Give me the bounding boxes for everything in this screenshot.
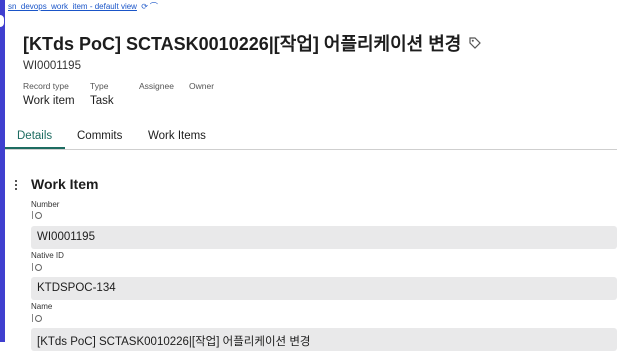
name-label: Name — [31, 302, 53, 311]
native-id-field-tools — [32, 263, 42, 271]
divider — [32, 211, 33, 219]
tab-details[interactable]: Details — [17, 130, 52, 142]
gear-icon[interactable] — [35, 263, 42, 271]
refresh-icon[interactable]: ⟳ — [141, 2, 148, 11]
name-field-tools — [32, 314, 42, 322]
tab-bar: Details Commits Work Items — [5, 126, 617, 150]
meta-record-type: Record type Work item — [23, 81, 75, 107]
name-value: [KTds PoC] SCTASK0010226|[작업] 어플리케이션 변경 — [37, 336, 311, 348]
number-field-tools — [32, 211, 42, 219]
number-value: WI0001195 — [37, 231, 95, 243]
tag-icon[interactable] — [469, 37, 482, 49]
gear-icon[interactable] — [35, 211, 42, 219]
divider — [32, 263, 33, 271]
link-icon[interactable]: ⌒ — [150, 2, 158, 11]
native-id-label: Native ID — [31, 251, 64, 260]
meta-type: Type Task — [90, 81, 114, 107]
section-title: Work Item — [31, 176, 99, 192]
page-title: [KTds PoC] SCTASK0010226|[작업] 어플리케이션 변경 — [23, 34, 462, 54]
active-tab-indicator — [5, 147, 65, 149]
tab-commits[interactable]: Commits — [77, 130, 122, 142]
record-number: WI0001195 — [23, 60, 81, 72]
type-value: Task — [90, 95, 114, 107]
number-field[interactable]: WI0001195 — [31, 226, 617, 249]
drag-handle-icon[interactable] — [13, 180, 19, 190]
assignee-label: Assignee — [139, 81, 174, 91]
left-rail — [0, 0, 5, 342]
title-row: [KTds PoC] SCTASK0010226|[작업] 어플리케이션 변경 — [23, 30, 482, 56]
breadcrumb: sn_devops_work_item - default view ⟳ ⌒ — [8, 1, 158, 12]
tab-work-items[interactable]: Work Items — [148, 130, 206, 142]
native-id-value: KTDSPOC-134 — [37, 282, 116, 294]
record-type-label: Record type — [23, 81, 69, 91]
type-label: Type — [90, 81, 109, 91]
gear-icon[interactable] — [35, 314, 42, 322]
name-field[interactable]: [KTds PoC] SCTASK0010226|[작업] 어플리케이션 변경 — [31, 328, 617, 351]
divider — [32, 314, 33, 322]
owner-label: Owner — [189, 81, 215, 91]
meta-owner: Owner — [189, 81, 214, 91]
meta-assignee: Assignee — [139, 81, 174, 91]
native-id-field[interactable]: KTDSPOC-134 — [31, 277, 617, 300]
view-link[interactable]: sn_devops_work_item - default view — [8, 2, 137, 11]
number-label: Number — [31, 200, 60, 209]
record-type-value: Work item — [23, 95, 75, 107]
rail-toggle-handle[interactable] — [0, 14, 5, 28]
